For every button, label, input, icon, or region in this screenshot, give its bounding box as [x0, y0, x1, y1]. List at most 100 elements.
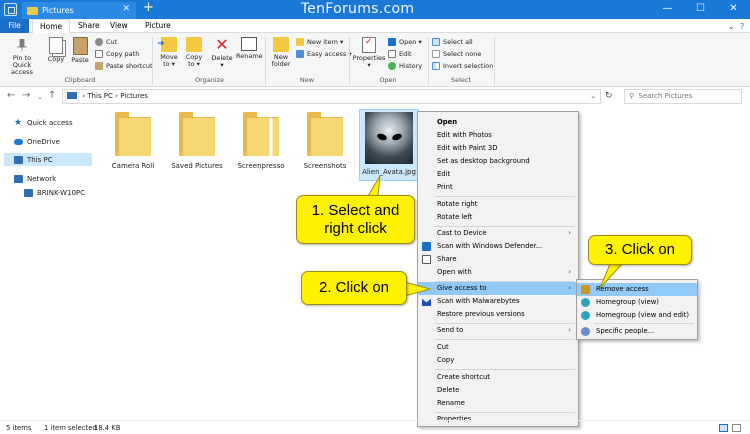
invert-selection-icon [432, 61, 440, 70]
rename-button[interactable]: Rename [236, 37, 263, 60]
nav-item-computer[interactable]: BRINK-W10PC [14, 186, 102, 199]
menu-item-copy[interactable]: Copy [418, 354, 578, 367]
menu-item-edit-paint3d[interactable]: Edit with Paint 3D [418, 142, 578, 155]
give-access-submenu: Remove access Homegroup (view) Homegroup… [576, 279, 698, 340]
file-name-label: Alien_Avata.jpg [362, 168, 416, 176]
recent-chevron-icon[interactable]: ⌄ [37, 93, 43, 101]
menu-item-delete[interactable]: Delete [418, 384, 578, 397]
forward-icon[interactable]: → [22, 90, 30, 101]
copy-to-button[interactable]: Copy to ▾ [182, 37, 206, 68]
menu-item-scan-defender[interactable]: Scan with Windows Defender... [418, 240, 578, 253]
breadcrumb-pictures[interactable]: Pictures [120, 92, 148, 100]
minimize-button[interactable]: — [651, 0, 684, 19]
folder-icon [115, 112, 151, 156]
close-button[interactable]: ✕ [717, 0, 750, 19]
this-pc-icon [67, 92, 77, 99]
menu-item-edit-photos[interactable]: Edit with Photos [418, 129, 578, 142]
nav-item-quick-access[interactable]: ★ Quick access [4, 116, 92, 129]
menu-item-cast[interactable]: Cast to Device › [418, 227, 578, 240]
nav-item-onedrive[interactable]: OneDrive [4, 135, 92, 148]
submenu-item-homegroup-edit[interactable]: Homegroup (view and edit) [577, 309, 697, 322]
copy-button[interactable]: Copy [44, 37, 68, 63]
menu-item-print[interactable]: Print [418, 181, 578, 194]
menu-item-open-with[interactable]: Open with › [418, 266, 578, 279]
easy-access-icon [296, 49, 304, 58]
up-icon[interactable]: ↑ [48, 90, 56, 101]
tab-picture-tools[interactable]: Picture Tools [138, 19, 193, 43]
menu-item-set-background[interactable]: Set as desktop background [418, 155, 578, 168]
submenu-arrow-icon: › [568, 268, 571, 276]
file-item-screenshots[interactable]: Screenshots [294, 112, 356, 170]
menu-item-rotate-left[interactable]: Rotate left [418, 211, 578, 224]
menu-item-open[interactable]: Open [418, 116, 578, 129]
history-button[interactable]: History [388, 60, 422, 71]
move-to-button[interactable]: ➜ Move to ▾ [157, 37, 181, 68]
cut-button[interactable]: Cut [95, 36, 117, 47]
tab-share[interactable]: Share [71, 19, 107, 33]
people-icon [581, 327, 590, 336]
refresh-icon[interactable]: ↻ [605, 91, 613, 101]
details-view-icon[interactable] [719, 424, 728, 432]
properties-button[interactable]: ✓ Properties ▾ [352, 37, 386, 69]
nav-item-network[interactable]: Network [4, 172, 92, 185]
group-label-clipboard: Clipboard [64, 76, 96, 84]
maximize-button[interactable]: ☐ [684, 0, 717, 19]
window-tab[interactable]: Pictures ✕ [22, 2, 136, 19]
folder-icon [179, 112, 215, 156]
menu-item-cut[interactable]: Cut [418, 341, 578, 354]
large-icons-view-icon[interactable] [732, 424, 741, 432]
select-all-button[interactable]: Select all [432, 36, 473, 47]
tab-close-icon[interactable]: ✕ [122, 4, 130, 14]
tab-file[interactable]: File [0, 19, 29, 33]
menu-item-share[interactable]: Share [418, 253, 578, 266]
delete-button[interactable]: ✕ Delete ▾ [209, 37, 235, 69]
open-button[interactable]: Open ▾ [388, 36, 422, 47]
menu-item-edit[interactable]: Edit [418, 168, 578, 181]
new-folder-button[interactable]: New folder [268, 37, 294, 68]
copy-path-button[interactable]: Copy path [95, 48, 139, 59]
edit-button[interactable]: Edit [388, 48, 412, 59]
menu-item-rotate-right[interactable]: Rotate right [418, 198, 578, 211]
nav-item-this-pc[interactable]: This PC [4, 153, 92, 166]
file-item-saved-pictures[interactable]: Saved Pictures [166, 112, 228, 170]
menu-item-send-to[interactable]: Send to › [418, 324, 578, 337]
move-to-icon: ➜ [157, 37, 177, 52]
paste-shortcut-button[interactable]: Paste shortcut [95, 60, 153, 71]
menu-item-rename[interactable]: Rename [418, 397, 578, 410]
breadcrumb-this-pc[interactable]: This PC [87, 92, 113, 100]
tab-view[interactable]: View [103, 19, 135, 33]
new-item-button[interactable]: New item ▾ [296, 36, 343, 47]
ribbon-divider [152, 37, 153, 85]
address-dropdown-icon[interactable]: ⌄ [590, 90, 596, 103]
menu-item-restore-versions[interactable]: Restore previous versions [418, 308, 578, 321]
paste-button[interactable]: Paste [68, 37, 92, 64]
malwarebytes-icon [422, 298, 431, 306]
menu-item-create-shortcut[interactable]: Create shortcut [418, 371, 578, 384]
homegroup-icon [581, 298, 590, 307]
search-input[interactable]: ⚲ Search Pictures [624, 89, 742, 104]
submenu-item-homegroup-view[interactable]: Homegroup (view) [577, 296, 697, 309]
submenu-item-specific-people[interactable]: Specific people... [577, 325, 697, 338]
edit-icon [388, 49, 396, 58]
pin-icon [16, 39, 28, 53]
invert-selection-button[interactable]: Invert selection [432, 60, 493, 71]
menu-item-give-access[interactable]: Give access to › [418, 282, 578, 295]
image-thumbnail [365, 112, 413, 164]
new-tab-button[interactable]: + [143, 0, 154, 15]
tab-home[interactable]: Home [32, 19, 71, 34]
pin-quick-access-button[interactable]: Pin to Quick access [3, 37, 41, 76]
group-label-select: Select [450, 76, 472, 84]
back-icon[interactable]: ← [7, 90, 15, 101]
computer-icon [24, 188, 33, 197]
file-item-camera-roll[interactable]: Camera Roll [102, 112, 164, 170]
address-bar[interactable]: › This PC › Pictures ⌄ [62, 89, 601, 104]
select-none-button[interactable]: Select none [432, 48, 481, 59]
window-system-icon[interactable] [4, 3, 17, 16]
menu-item-scan-malwarebytes[interactable]: Scan with Malwarebytes [418, 295, 578, 308]
ribbon-expand-icon[interactable]: ⌄ [728, 22, 735, 31]
help-icon[interactable]: ? [740, 22, 744, 31]
context-menu: Open Edit with Photos Edit with Paint 3D… [417, 111, 579, 427]
submenu-item-remove-access[interactable]: Remove access [577, 283, 697, 296]
file-item-screenpresso[interactable]: Screenpresso [230, 112, 292, 170]
easy-access-button[interactable]: Easy access ▾ [296, 48, 352, 59]
